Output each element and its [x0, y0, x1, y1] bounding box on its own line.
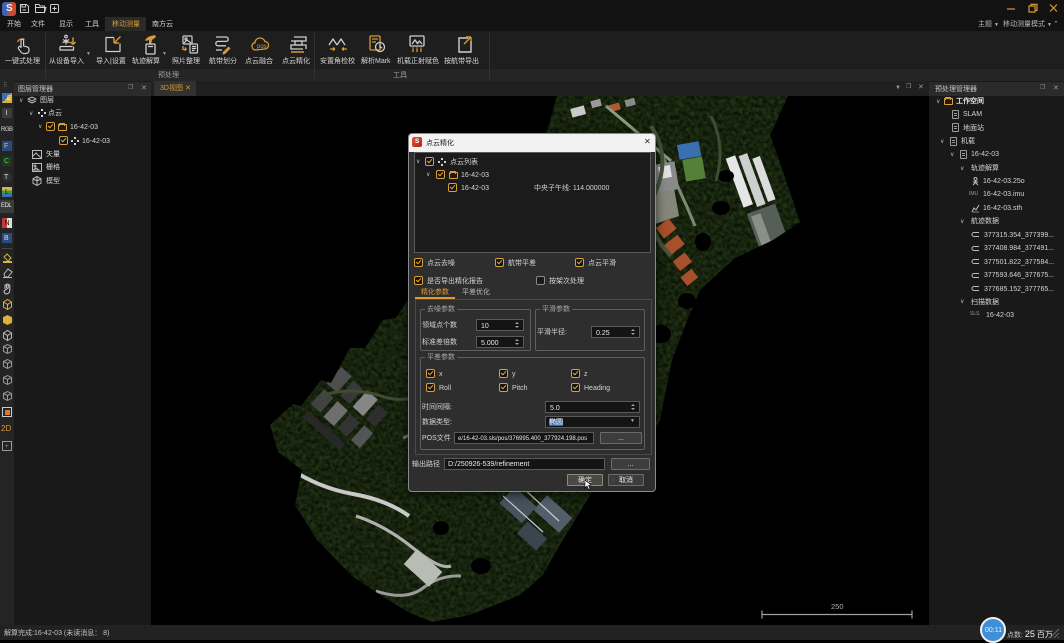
- svg-text:250: 250: [831, 602, 844, 611]
- svg-text:pos: pos: [257, 44, 267, 50]
